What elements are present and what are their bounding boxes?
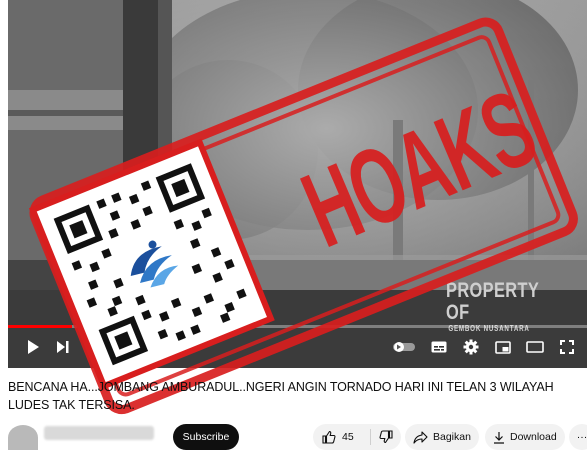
like-button[interactable]: 45 [313,424,365,450]
fullscreen-button[interactable] [556,336,578,358]
like-count: 45 [342,431,354,443]
channel-avatar[interactable] [8,425,38,450]
play-button[interactable] [22,336,44,358]
share-icon [413,430,428,444]
youtube-watch-page: PROPERTY OF GEMBOK NUSANTARA HOAKS BENCA… [0,0,587,450]
thumbs-down-icon [379,430,393,444]
subtitles-icon [431,341,447,353]
download-label: Download [510,431,557,443]
next-button[interactable] [52,336,74,358]
settings-button[interactable] [460,336,482,358]
watermark-title: PROPERTY OF [446,279,539,324]
progress-bar-played [8,325,72,328]
theater-mode-button[interactable] [524,336,546,358]
fullscreen-icon [560,340,574,354]
download-button[interactable]: Download [485,424,565,450]
dislike-button[interactable] [371,424,401,450]
theater-mode-icon [526,341,544,353]
settings-gear-icon [463,339,479,355]
video-title: BENCANA HA...JOMBANG AMBURADUL..NGERI AN… [8,380,554,412]
subtitles-button[interactable] [428,336,450,358]
download-icon [494,431,504,444]
like-dislike-group: 45 [313,424,401,450]
video-player[interactable]: PROPERTY OF GEMBOK NUSANTARA [8,0,587,368]
more-icon: ··· [576,431,587,443]
miniplayer-icon [495,340,511,354]
channel-name-redacted [44,426,154,440]
subscribe-button[interactable]: Subscribe [173,424,239,450]
player-controls [8,330,587,366]
share-button[interactable]: Bagikan [405,424,479,450]
more-actions-button[interactable]: ··· [569,424,587,450]
autoplay-toggle-icon [393,342,415,352]
miniplayer-button[interactable] [492,336,514,358]
share-label: Bagikan [433,431,471,443]
next-icon [57,341,69,353]
progress-bar[interactable] [8,325,587,328]
play-icon [28,340,39,354]
autoplay-toggle[interactable] [391,336,417,358]
thumbs-up-icon [322,430,336,444]
